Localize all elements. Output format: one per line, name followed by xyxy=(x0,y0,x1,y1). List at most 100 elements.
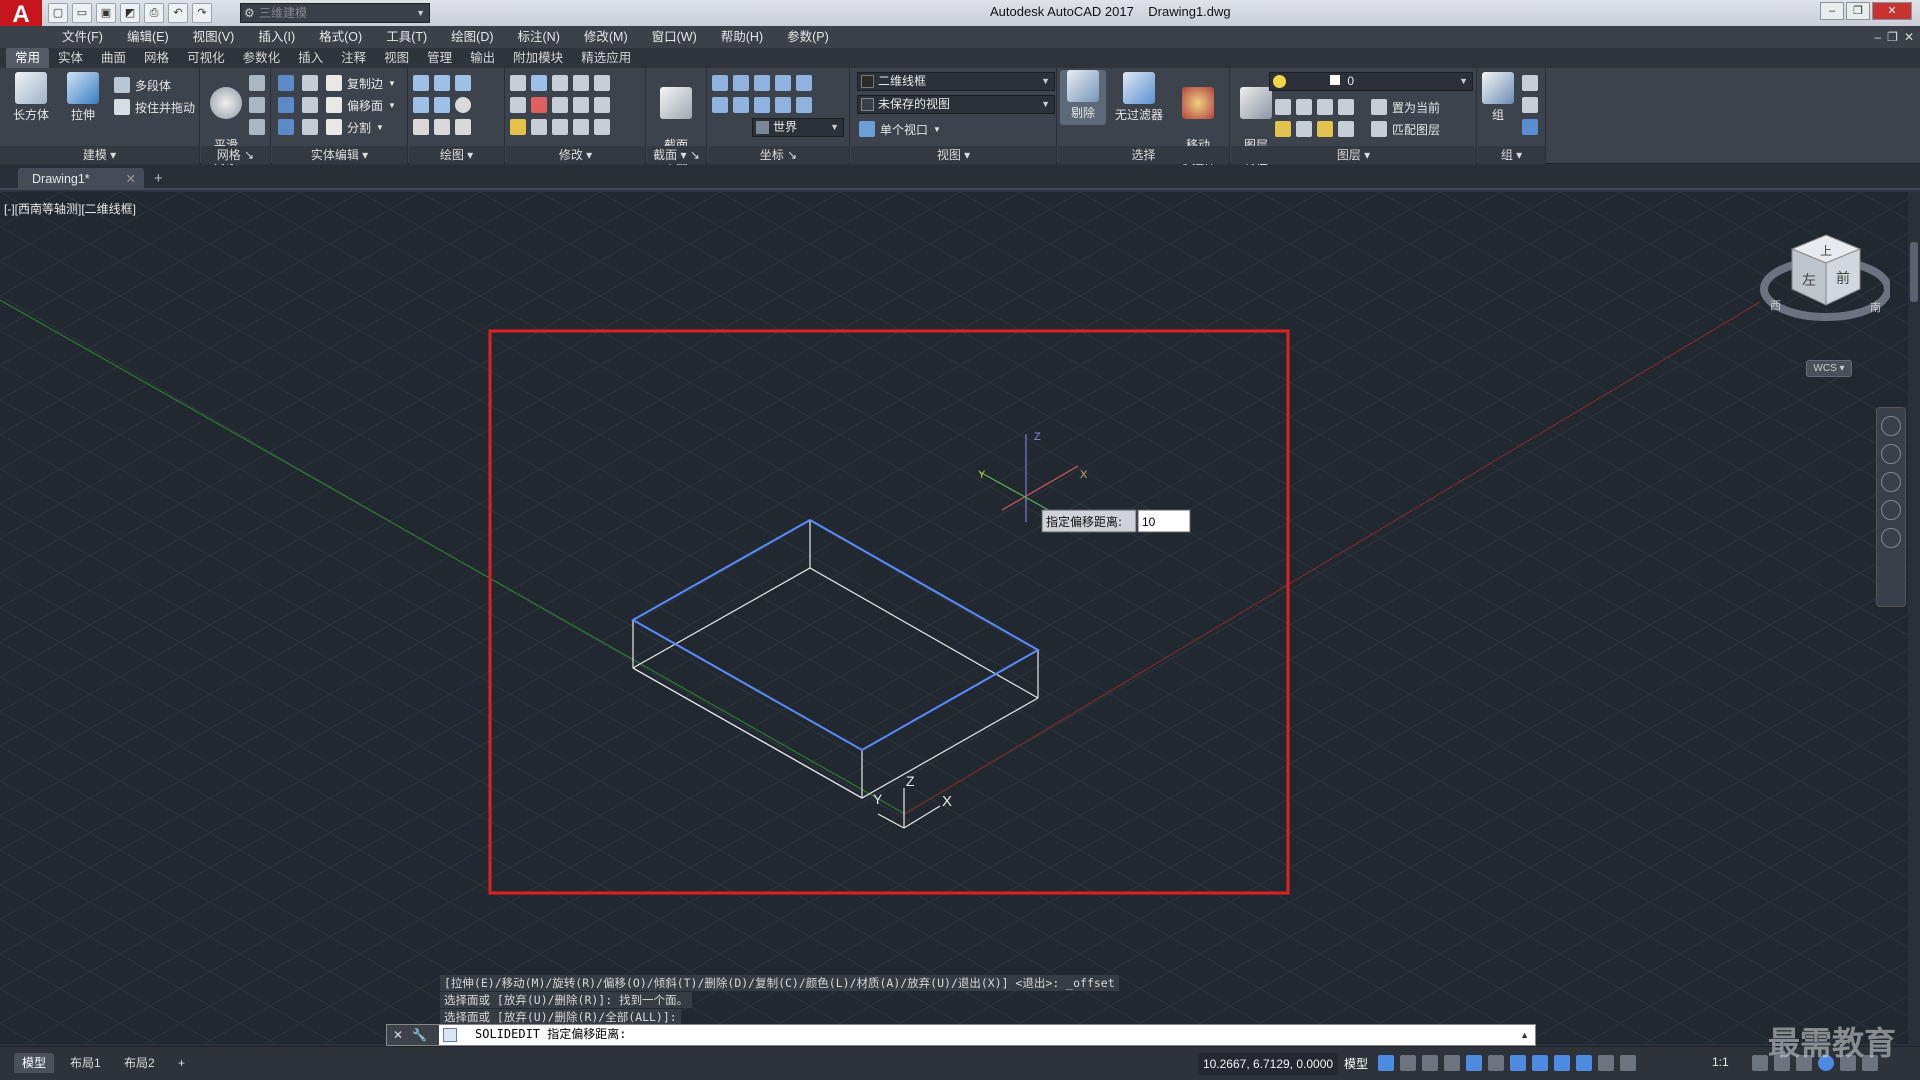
ucs-face-icon[interactable] xyxy=(712,97,728,113)
scale-icon[interactable] xyxy=(573,97,589,113)
ucs-z-icon[interactable] xyxy=(796,75,812,91)
snap-icon[interactable] xyxy=(1400,1055,1416,1071)
pan-icon[interactable] xyxy=(1881,444,1901,464)
extract-button[interactable] xyxy=(302,72,318,94)
box-button[interactable]: 长方体 xyxy=(8,72,54,123)
menu-edit[interactable]: 编辑(E) xyxy=(117,26,179,48)
ucs-3point-icon[interactable] xyxy=(796,97,812,113)
intersect-button[interactable] xyxy=(278,116,294,138)
panel-modeling-title[interactable]: 建模 ▾ xyxy=(0,146,199,164)
menu-file[interactable]: 文件(F) xyxy=(52,26,113,48)
compass-south-label[interactable]: 南 xyxy=(1870,301,1881,314)
layout-tab-1[interactable]: 布局1 xyxy=(62,1053,109,1073)
doc-close-icon[interactable]: ✕ xyxy=(1904,26,1914,48)
tab-parametric[interactable]: 参数化 xyxy=(234,48,290,68)
layer-lock-icon[interactable] xyxy=(1338,99,1354,115)
drawing-viewport[interactable]: Y Z X Z X Y 指定偏移距离: 10 [-][西南等轴测][二维线框] xyxy=(0,192,1908,1044)
ucs-origin-icon[interactable] xyxy=(733,75,749,91)
coordinates-display[interactable]: 10.2667, 6.7129, 0.0000 xyxy=(1198,1053,1338,1075)
ucs-x-icon[interactable] xyxy=(754,75,770,91)
tab-surface[interactable]: 曲面 xyxy=(92,48,135,68)
move-icon[interactable] xyxy=(552,75,568,91)
zoom-icon[interactable] xyxy=(1881,472,1901,492)
minimize-button[interactable]: – xyxy=(1820,2,1844,20)
visual-style-dropdown[interactable]: 二维线框 ▼ xyxy=(857,72,1055,91)
saved-view-dropdown[interactable]: 未保存的视图 ▼ xyxy=(857,95,1055,114)
doc-restore-icon[interactable]: ❐ xyxy=(1887,26,1898,48)
workspace-dropdown[interactable]: ⚙ 三维建模 ▼ xyxy=(240,3,430,23)
file-tab-drawing1[interactable]: Drawing1* ✕ xyxy=(18,168,144,190)
set-current-button[interactable]: 置为当前 xyxy=(1371,96,1440,118)
vertical-scrollbar[interactable] xyxy=(1908,192,1920,1044)
fillet-icon[interactable] xyxy=(510,97,526,113)
tab-mesh[interactable]: 网格 xyxy=(135,48,178,68)
layer-on-icon[interactable] xyxy=(1275,121,1291,137)
save-as-icon[interactable]: ◩ xyxy=(120,3,140,23)
object-snap-icon[interactable] xyxy=(1532,1055,1548,1071)
orbit-icon[interactable] xyxy=(1881,500,1901,520)
model-space-button[interactable]: 模型 xyxy=(1344,1055,1368,1072)
subtract-button[interactable] xyxy=(278,94,294,116)
layer-unisolate-icon[interactable] xyxy=(1296,121,1312,137)
save-icon[interactable]: ▣ xyxy=(96,3,116,23)
ucs-y-icon[interactable] xyxy=(775,75,791,91)
group-select-button[interactable] xyxy=(1522,116,1538,138)
erase-icon[interactable] xyxy=(510,119,526,135)
isometric-icon[interactable] xyxy=(1488,1055,1504,1071)
array-rect-icon[interactable] xyxy=(594,119,610,135)
dynamic-ucs-icon[interactable] xyxy=(1554,1055,1570,1071)
new-tab-plus-icon[interactable]: + xyxy=(154,170,163,187)
separate-button[interactable]: 分割 ▼ xyxy=(326,116,384,138)
tab-home[interactable]: 常用 xyxy=(6,48,50,68)
polar-tracking-icon[interactable] xyxy=(1466,1055,1482,1071)
group-edit-button[interactable] xyxy=(1522,94,1538,116)
layer-dropdown[interactable]: 0 ▼ xyxy=(1269,72,1473,91)
ucs-icon[interactable] xyxy=(712,75,728,91)
menu-tools[interactable]: 工具(T) xyxy=(376,26,437,48)
polygon-button[interactable] xyxy=(413,116,471,138)
trim-icon[interactable] xyxy=(510,75,526,91)
showmotion-icon[interactable] xyxy=(1881,528,1901,548)
infer-constraints-icon[interactable] xyxy=(1422,1055,1438,1071)
open-file-icon[interactable]: ▭ xyxy=(72,3,92,23)
chevron-up-icon[interactable]: ▲ xyxy=(1520,1025,1529,1045)
panel-draw-title[interactable]: 绘图 ▾ xyxy=(409,146,504,164)
annotation-scale[interactable]: 1:1 xyxy=(1712,1055,1729,1069)
redo-icon[interactable]: ↷ xyxy=(192,3,212,23)
panel-solid-editing-title[interactable]: 实体编辑 ▾ xyxy=(272,146,407,164)
polyline-button[interactable] xyxy=(413,72,471,94)
menu-view[interactable]: 视图(V) xyxy=(183,26,245,48)
ortho-icon[interactable] xyxy=(1444,1055,1460,1071)
stretch-icon[interactable] xyxy=(594,97,610,113)
layer-off-icon[interactable] xyxy=(1275,99,1291,115)
ucs-view-icon[interactable] xyxy=(754,97,770,113)
line-button[interactable] xyxy=(413,94,471,116)
menu-parametric[interactable]: 参数(P) xyxy=(777,26,839,48)
layer-isolate-icon[interactable] xyxy=(1296,99,1312,115)
panel-coordinates-title[interactable]: 坐标 ↘ xyxy=(708,146,849,164)
compass-west-label[interactable]: 西 xyxy=(1770,299,1781,312)
join-icon[interactable] xyxy=(573,119,589,135)
presspull-button[interactable]: 按住并拖动 xyxy=(114,96,195,118)
tab-annotate[interactable]: 注释 xyxy=(332,48,375,68)
panel-modify-title[interactable]: 修改 ▾ xyxy=(506,146,645,164)
panel-selection-title[interactable]: 选择 xyxy=(1058,146,1229,164)
viewport-config-button[interactable]: 单个视口 ▼ xyxy=(859,118,941,140)
workspace-switch-icon[interactable] xyxy=(1752,1055,1768,1071)
undo-icon[interactable]: ↶ xyxy=(168,3,188,23)
doc-minimize-icon[interactable]: – xyxy=(1874,26,1881,48)
layout-tab-2[interactable]: 布局2 xyxy=(116,1053,163,1073)
object-snap-tracking-icon[interactable] xyxy=(1510,1055,1526,1071)
panel-layers-title[interactable]: 图层 ▾ xyxy=(1231,146,1476,164)
viewport-controls[interactable]: [-][西南等轴测][二维线框] xyxy=(4,200,136,217)
ucs-object-icon[interactable] xyxy=(733,97,749,113)
steering-wheel-icon[interactable] xyxy=(1881,416,1901,436)
menu-format[interactable]: 格式(O) xyxy=(309,26,372,48)
scrollbar-thumb[interactable] xyxy=(1910,242,1918,302)
new-file-icon[interactable]: ▢ xyxy=(48,3,68,23)
union-button[interactable] xyxy=(278,72,294,94)
tab-featured-apps[interactable]: 精选应用 xyxy=(572,48,640,68)
culling-button[interactable]: 剔除 xyxy=(1060,70,1106,125)
ucs-dropdown[interactable]: 世界 ▼ xyxy=(752,118,844,137)
layer-freeze-icon[interactable] xyxy=(1317,99,1333,115)
